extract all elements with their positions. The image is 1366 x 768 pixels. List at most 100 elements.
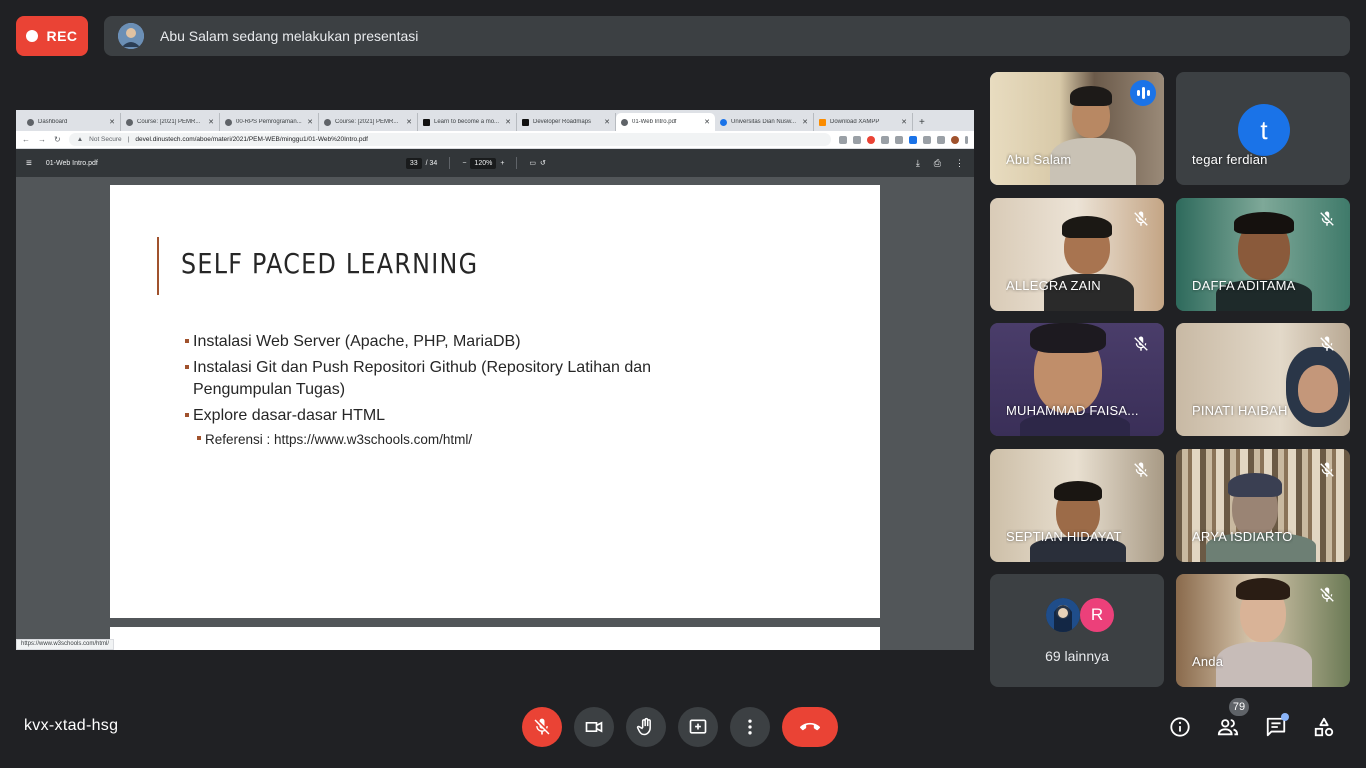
zoom-input[interactable]: 120% <box>470 157 497 169</box>
close-icon[interactable]: ✕ <box>505 118 511 126</box>
pdf-next-page <box>110 627 880 650</box>
favicon-icon <box>522 118 529 126</box>
more-options-button[interactable] <box>730 707 770 747</box>
browser-tab[interactable]: Universitas Dian Nusw... ✕ <box>715 113 814 131</box>
download-icon[interactable]: ⤓ <box>916 158 920 169</box>
participant-name: Abu Salam <box>1006 152 1072 167</box>
sub-bullet-item[interactable]: Referensi : https://www.w3schools.com/ht… <box>197 429 725 451</box>
close-icon[interactable]: ✕ <box>604 118 610 126</box>
profile-icon[interactable] <box>951 135 959 144</box>
menu-icon[interactable]: ≡ <box>26 158 32 169</box>
present-screen-button[interactable] <box>678 707 718 747</box>
extension-icon[interactable] <box>909 135 917 144</box>
presenter-text: Abu Salam sedang melakukan presentasi <box>160 28 419 44</box>
browser-tab[interactable]: Course: [2021] PEMR... ✕ <box>319 113 418 131</box>
participant-name: DAFFA ADITAMA <box>1192 278 1296 293</box>
participant-tile-tegar-ferdian[interactable]: t tegar ferdian <box>1176 72 1350 185</box>
close-icon[interactable]: ✕ <box>901 118 907 126</box>
activities-button[interactable] <box>1313 716 1335 738</box>
more-avatars: R <box>1046 598 1114 632</box>
rotate-icon[interactable]: ↺ <box>540 159 546 167</box>
meeting-code: kvx-xtad-hsg <box>24 717 119 734</box>
close-icon[interactable]: ✕ <box>406 118 412 126</box>
mic-off-icon <box>1134 211 1148 226</box>
zoom-in-icon[interactable]: + <box>500 160 504 167</box>
mic-off-icon <box>534 718 550 735</box>
camera-icon <box>585 721 603 733</box>
page-number-input[interactable]: 33 <box>405 157 422 169</box>
participant-tile-muhammad-faisa[interactable]: MUHAMMAD FAISA... <box>990 323 1164 436</box>
forward-icon[interactable]: → <box>38 135 46 144</box>
rec-label: REC <box>46 28 78 44</box>
close-icon[interactable]: ✕ <box>109 118 115 126</box>
extension-icon[interactable] <box>923 135 931 144</box>
rec-button[interactable]: REC <box>16 16 88 56</box>
print-icon[interactable]: ⎙ <box>934 158 941 169</box>
reload-icon[interactable]: ↻ <box>54 135 61 144</box>
fit-page-icon[interactable]: ▭ <box>529 159 536 167</box>
participant-name: ALLEGRA ZAIN <box>1006 278 1101 293</box>
browser-tab[interactable]: Course: [2021] PEMR... ✕ <box>121 113 220 131</box>
browser-tab[interactable]: Download XAMPP ✕ <box>814 113 913 131</box>
leave-call-button[interactable] <box>782 707 838 747</box>
extension-icons <box>839 135 968 144</box>
pdf-page: SELF PACED LEARNING Instalasi Web Server… <box>110 185 880 618</box>
people-icon <box>1217 719 1239 736</box>
slide-title: SELF PACED LEARNING <box>181 247 479 280</box>
more-vert-icon[interactable] <box>965 135 968 144</box>
extension-icon[interactable] <box>853 135 861 144</box>
raise-hand-icon <box>636 717 651 736</box>
participant-tile-allegra-zain[interactable]: ALLEGRA ZAIN <box>990 198 1164 311</box>
close-icon[interactable]: ✕ <box>208 118 214 126</box>
browser-tab[interactable]: 00-RPS Pemrograman... ✕ <box>220 113 319 131</box>
close-icon[interactable]: ✕ <box>307 118 313 126</box>
participant-tile-arya-isdiarto[interactable]: ARYA ISDIARTO <box>1176 449 1350 562</box>
url-text: devel.dinustech.com/aboe/materi/2021/PEM… <box>135 136 368 143</box>
mic-off-icon <box>1320 587 1334 602</box>
slide-bullets: Instalasi Web Server (Apache, PHP, Maria… <box>185 331 725 451</box>
avatar: R <box>1080 598 1114 632</box>
extension-icon[interactable] <box>867 135 875 144</box>
extension-icon[interactable] <box>895 135 903 144</box>
mic-off-icon <box>1134 336 1148 351</box>
mic-off-icon <box>1320 336 1334 351</box>
raise-hand-button[interactable] <box>626 707 666 747</box>
mic-off-icon <box>1134 462 1148 477</box>
not-secure-label: Not Secure <box>89 136 122 143</box>
zoom-out-icon[interactable]: − <box>462 160 466 167</box>
participant-tile-pinati-haibah[interactable]: PINATI HAIBAH <box>1176 323 1350 436</box>
pdf-toolbar: ≡ 01-Web Intro.pdf 33 / 34 − 120% + ▭ ↺ … <box>16 149 974 177</box>
participant-tile-septian-hidayat[interactable]: SEPTIAN HIDAYAT <box>990 449 1164 562</box>
presenter-avatar <box>118 23 144 49</box>
new-tab-icon[interactable]: + <box>913 113 931 131</box>
back-icon[interactable]: ← <box>22 135 30 144</box>
participant-tile-abu-salam[interactable]: Abu Salam <box>990 72 1164 185</box>
participant-tile-self[interactable]: Anda <box>1176 574 1350 687</box>
extension-icon[interactable] <box>839 135 847 144</box>
participant-name: PINATI HAIBAH <box>1192 403 1288 418</box>
warning-icon: ▲ <box>76 136 84 143</box>
browser-tab[interactable]: Dashboard ✕ <box>22 113 121 131</box>
page-total: / 34 <box>425 159 438 167</box>
people-button[interactable] <box>1217 716 1239 738</box>
participant-tile-daffa-aditama[interactable]: DAFFA ADITAMA <box>1176 198 1350 311</box>
close-icon[interactable]: ✕ <box>802 118 808 126</box>
extension-icon[interactable] <box>881 135 889 144</box>
bullet-item: Instalasi Web Server (Apache, PHP, Maria… <box>185 331 725 353</box>
browser-tab[interactable]: Developer Roadmaps ✕ <box>517 113 616 131</box>
puzzle-icon[interactable] <box>937 135 945 144</box>
camera-toggle-button[interactable] <box>574 707 614 747</box>
more-vert-icon <box>748 719 752 735</box>
address-bar[interactable]: ▲ Not Secure | devel.dinustech.com/aboe/… <box>68 133 831 146</box>
bullet-item: Instalasi Git dan Push Repositori Github… <box>185 357 725 401</box>
browser-tab[interactable]: Learn to become a mo... ✕ <box>418 113 517 131</box>
more-vert-icon[interactable]: ⋮ <box>955 158 964 169</box>
mic-toggle-button[interactable] <box>522 707 562 747</box>
bullet-item: Explore dasar-dasar HTML <box>185 405 725 427</box>
browser-tab-active[interactable]: 01-Web Intro.pdf ✕ <box>616 113 715 131</box>
close-icon[interactable]: ✕ <box>704 118 710 126</box>
more-participants-tile[interactable]: R 69 lainnya <box>990 574 1164 687</box>
meeting-details-button[interactable] <box>1169 716 1191 738</box>
avatar <box>1046 598 1080 632</box>
activities-icon <box>1314 717 1334 737</box>
